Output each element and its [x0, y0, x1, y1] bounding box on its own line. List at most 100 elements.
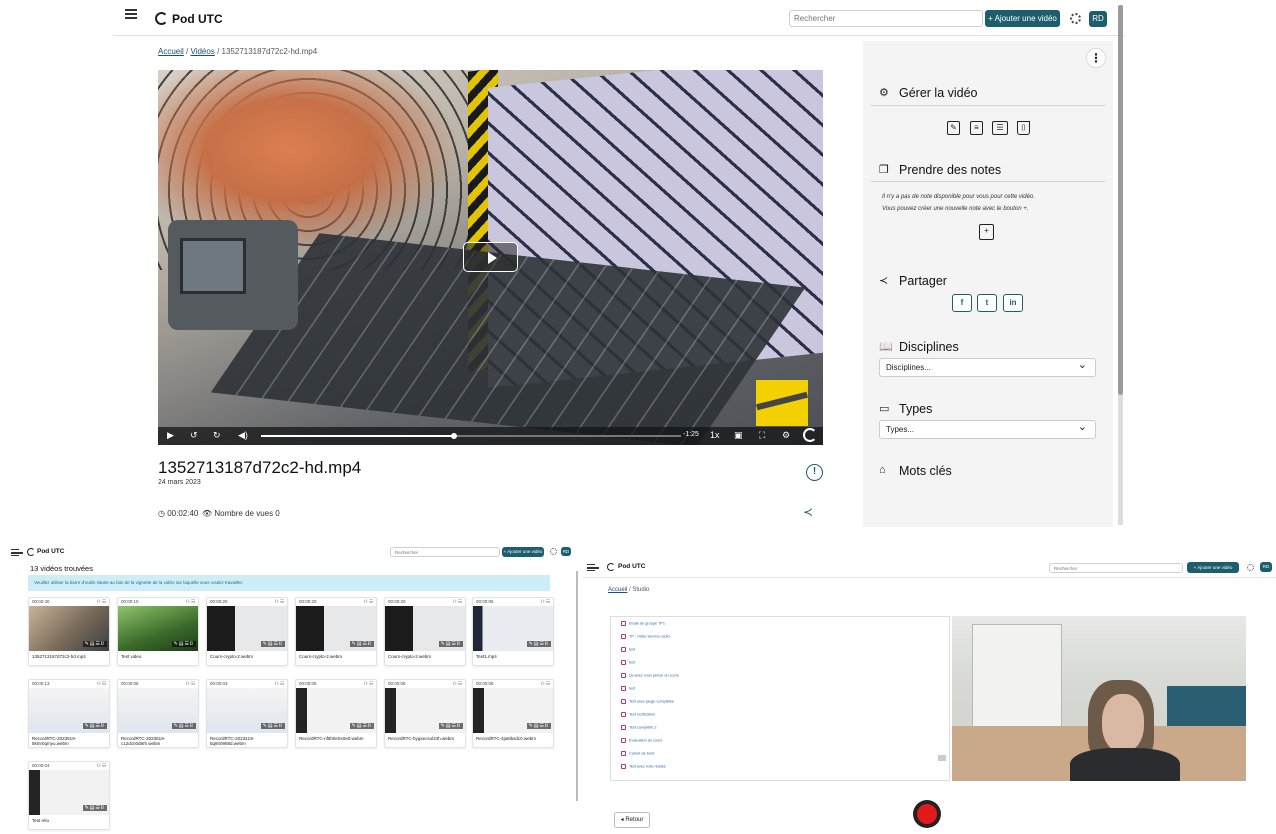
add-video-button[interactable]: + Ajouter une vidéo [502, 547, 544, 557]
video-card[interactable]: 00:00:20 ⚇ ☷ ✎▤☰⌷ Cours-crypto-2.webm [295, 597, 377, 666]
playback-speed[interactable]: 1x [710, 430, 720, 440]
card-title[interactable]: RecordRTC-bygxecsol33h.webm [388, 736, 464, 741]
add-video-button[interactable]: + Ajouter une vidéo [985, 10, 1060, 27]
brand-name[interactable]: Pod UTC [172, 12, 223, 26]
avatar[interactable]: RD [1089, 11, 1107, 27]
card-title[interactable]: Cours-crypto-2.webm [388, 654, 464, 659]
progress-handle[interactable] [451, 433, 458, 439]
course-item[interactable]: Test avec jauge complétée [621, 699, 674, 704]
twitter-share-button[interactable]: t [977, 294, 997, 312]
video-card[interactable]: 00:02:40 ⚇ ☷ ✎▤☰⌷ 1352713187d72c2-hd.mp4 [28, 597, 110, 666]
card-title[interactable]: RecordRTC-4ja8ibsdc0.webm [476, 736, 552, 741]
fullscreen-icon[interactable]: ⛶ [759, 430, 765, 441]
card-title[interactable]: Test video [121, 654, 197, 659]
card-toolbar-icon[interactable]: ✎▤☰⌷ [526, 641, 551, 647]
settings-icon[interactable]: ⚙ [782, 430, 790, 441]
card-toolbar-icon[interactable]: ✎▤☰⌷ [260, 723, 285, 729]
course-item[interactable]: Etude de groupe TP1 [621, 621, 665, 626]
video-card[interactable]: 00:00:08 ⚇ ☷ ✎▤☰⌷ RecordRTC-2023619-c12dcn0… [117, 679, 199, 748]
share-icon[interactable]: ≺ [803, 505, 813, 519]
search-input[interactable] [390, 547, 500, 557]
kebab-menu-icon[interactable]: ⋮ [1086, 48, 1106, 68]
breadcrumb-videos[interactable]: Vidéos [191, 47, 215, 56]
video-card[interactable]: 00:00:03 ⚇ ☷ ✎▤☰⌷ RecordRTC-2023419-5q9n098… [206, 679, 288, 748]
card-toolbar-icon[interactable]: ✎▤☰⌷ [526, 723, 551, 729]
video-card[interactable]: 00:00:13 ⚇ ☷ ✎▤☰⌷ RecordRTC-2023619-5ktnr0q… [28, 679, 110, 748]
avatar[interactable]: RD [561, 547, 571, 556]
menu-icon[interactable] [125, 9, 137, 19]
big-play-button[interactable] [463, 242, 518, 272]
breadcrumb-home[interactable]: Accueil [158, 47, 184, 56]
card-title[interactable]: RecordRTC-2023619-c12dcn0d8rh.webm [121, 736, 197, 746]
course-item[interactable]: Test complétin 2 [621, 725, 656, 730]
page-scrollbar[interactable] [1118, 5, 1123, 525]
card-toolbar-icon[interactable]: ✎▤☰⌷ [171, 723, 196, 729]
linkedin-share-button[interactable]: in [1003, 294, 1023, 312]
search-input[interactable] [1049, 563, 1183, 573]
disciplines-select[interactable]: Disciplines... [879, 358, 1096, 377]
course-item[interactable]: TP - Visite Service radio [621, 634, 670, 639]
types-select[interactable]: Types... [879, 420, 1096, 439]
card-title[interactable]: RecordRTC-nf5h0e0x0e0.webm [299, 736, 375, 741]
card-toolbar-icon[interactable]: ✎▤☰⌷ [171, 641, 196, 647]
card-toolbar-icon[interactable]: ✎▤☰⌷ [82, 805, 107, 811]
scrollbar-thumb[interactable] [1118, 5, 1123, 395]
video-card[interactable]: 00:00:06 ⚇ ☷ ✎▤☰⌷ RecordRTC-bygxecsol33h.we… [384, 679, 466, 748]
card-title[interactable]: Cours-crypto-2.webm [210, 654, 286, 659]
course-item[interactable]: Test Inclfication [621, 712, 655, 717]
record-button[interactable] [913, 800, 941, 828]
video-card[interactable]: 00:00:10 ⚇ ☷ ✎▤☰⌷ Test video [117, 597, 199, 666]
course-item[interactable]: test [621, 686, 635, 691]
card-toolbar-icon[interactable]: ✎▤☰⌷ [438, 641, 463, 647]
brand-name[interactable]: Pod UTC [618, 563, 645, 570]
course-item[interactable]: Carnet de bord [621, 751, 654, 756]
card-toolbar-icon[interactable]: ✎▤☰⌷ [82, 641, 107, 647]
course-item[interactable]: Qu'avez vous pensé du cours [621, 673, 679, 678]
avatar[interactable]: RD [1260, 562, 1272, 572]
document-icon[interactable]: ≡ [970, 121, 983, 135]
pip-icon[interactable]: ▣ [734, 430, 743, 441]
brand-name[interactable]: Pod UTC [37, 548, 64, 555]
course-item[interactable]: test [621, 647, 635, 652]
gear-icon[interactable] [1247, 564, 1254, 571]
panel-scrollbar[interactable] [576, 571, 578, 801]
video-card[interactable]: 00:00:05 ⚇ ☷ ✎▤☰⌷ Test1.mp4 [472, 597, 554, 666]
card-title[interactable]: Cours-crypto-2.webm [299, 654, 375, 659]
edit-icon[interactable]: ✎ [947, 121, 960, 135]
add-video-button[interactable]: + Ajouter une vidéo [1187, 562, 1239, 573]
card-title[interactable]: 1352713187d72c2-hd.mp4 [32, 654, 108, 659]
report-icon[interactable]: ! [806, 464, 823, 481]
menu-icon[interactable] [587, 564, 599, 571]
rewind-icon[interactable]: ↺ [190, 430, 198, 441]
trash-icon[interactable]: ⌷ [1017, 121, 1030, 135]
video-card[interactable]: 00:00:04 ⚇ ☷ ✎▤☰⌷ Test réio [28, 761, 110, 830]
breadcrumb-home[interactable]: Accueil [608, 587, 627, 593]
forward-icon[interactable]: ↻ [213, 430, 221, 441]
video-player[interactable]: ▶ ↺ ↻ ◀) -1:25 1x ▣ ⛶ ⚙ [158, 70, 823, 445]
play-icon[interactable]: ▶ [167, 430, 174, 441]
video-card[interactable]: 00:00:06 ⚇ ☷ ✎▤☰⌷ RecordRTC-4ja8ibsdc0.webm [472, 679, 554, 748]
gear-icon[interactable] [1070, 13, 1081, 24]
video-card[interactable]: 00:00:20 ⚇ ☷ ✎▤☰⌷ Cours-crypto-2.webm [384, 597, 466, 666]
search-input[interactable] [789, 10, 983, 27]
course-item[interactable]: test [621, 660, 635, 665]
card-toolbar-icon[interactable]: ✎▤☰⌷ [260, 641, 285, 647]
menu-icon[interactable] [11, 549, 23, 556]
card-toolbar-icon[interactable]: ✎▤☰⌷ [438, 723, 463, 729]
card-title[interactable]: Test1.mp4 [476, 654, 552, 659]
volume-icon[interactable]: ◀) [238, 430, 248, 441]
course-item[interactable]: Test avec note réalisé [621, 764, 666, 769]
card-title[interactable]: Test réio [32, 818, 108, 823]
card-toolbar-icon[interactable]: ✎▤☰⌷ [349, 723, 374, 729]
add-note-icon[interactable]: + [979, 224, 994, 240]
video-card[interactable]: 00:00:20 ⚇ ☷ ✎▤☰⌷ Cours-crypto-2.webm [206, 597, 288, 666]
video-card[interactable]: 00:00:06 ⚇ ☷ ✎▤☰⌷ RecordRTC-nf5h0e0x0e0.web… [295, 679, 377, 748]
back-button[interactable]: ◂ Retour [614, 812, 650, 828]
card-toolbar-icon[interactable]: ✎▤☰⌷ [349, 641, 374, 647]
gear-icon[interactable] [550, 548, 557, 555]
list-icon[interactable]: ☰ [992, 121, 1008, 135]
card-title[interactable]: RecordRTC-2023419-5q9n0988d.webm [210, 736, 286, 746]
card-title[interactable]: RecordRTC-2023619-5ktnr0qmyu.webm [32, 736, 108, 746]
facebook-share-button[interactable]: f [952, 294, 972, 312]
card-toolbar-icon[interactable]: ✎▤☰⌷ [82, 723, 107, 729]
